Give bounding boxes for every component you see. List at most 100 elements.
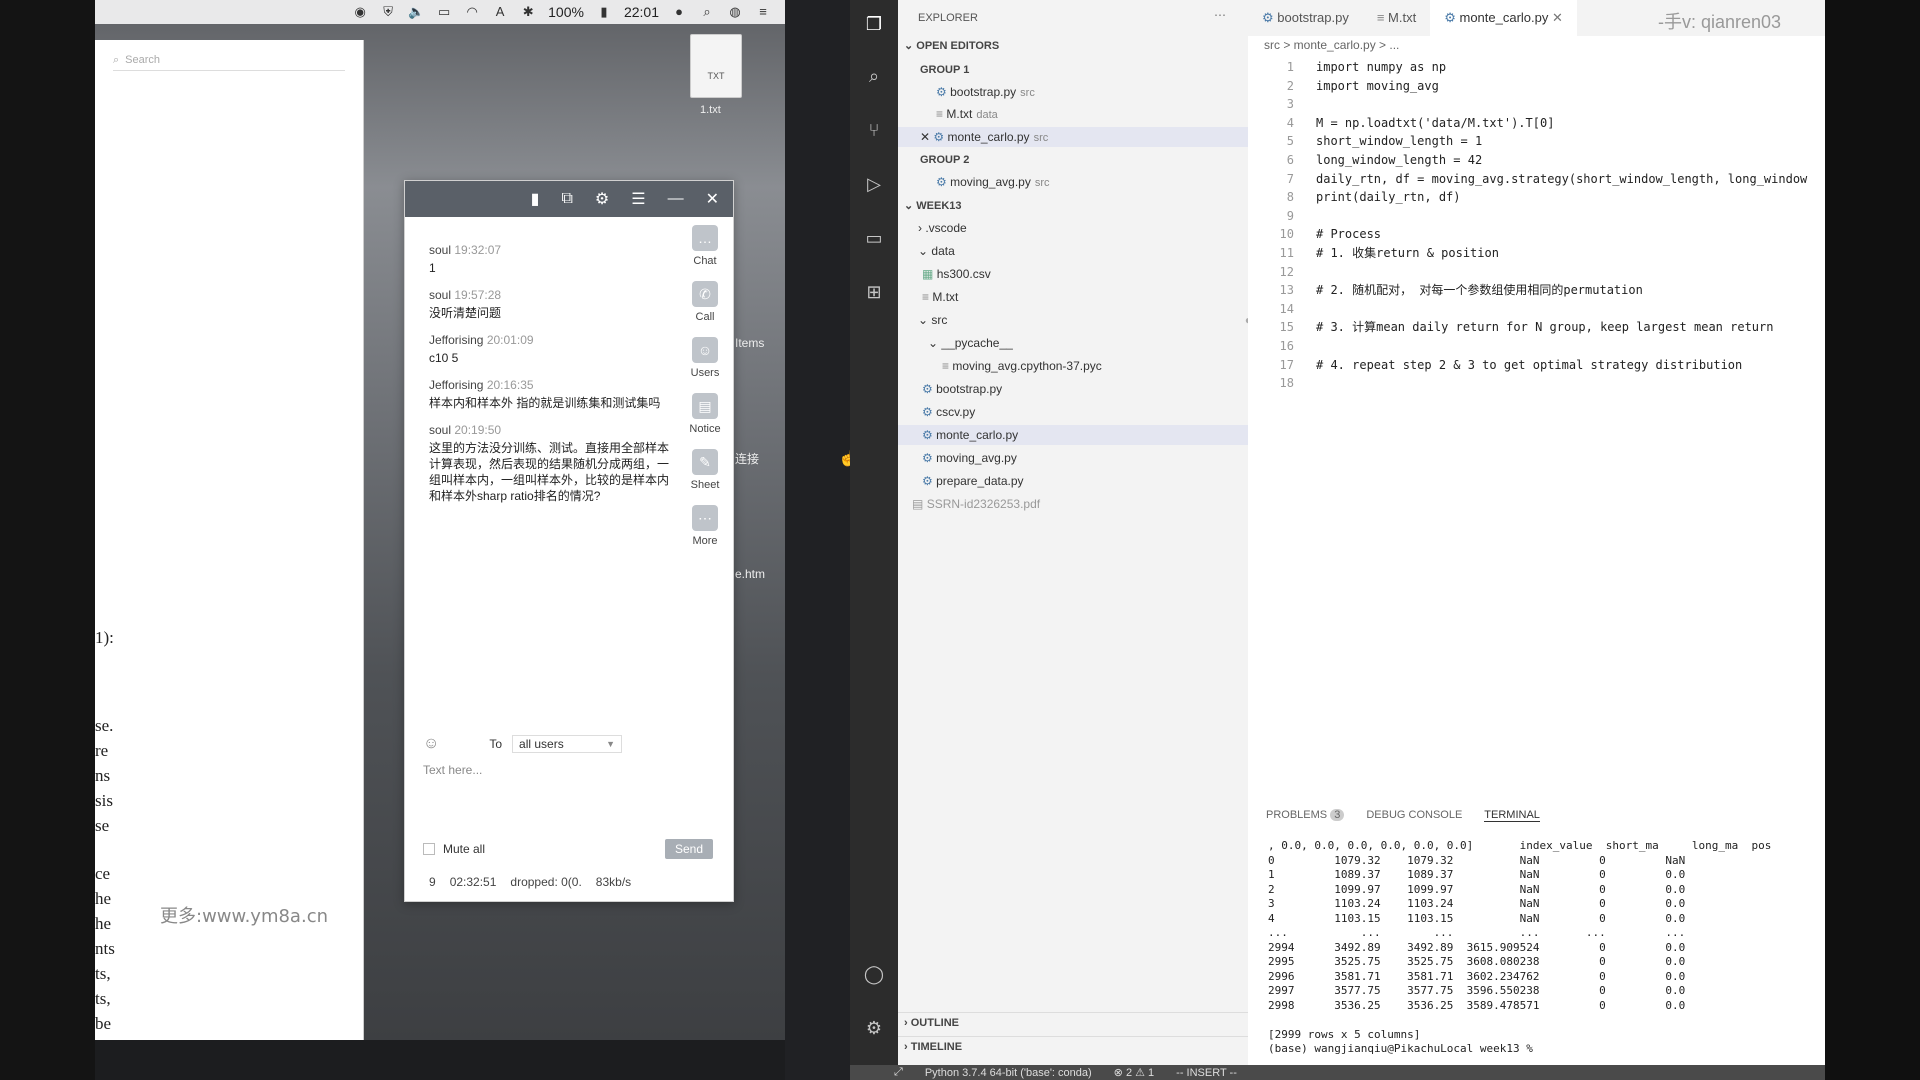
python-file-icon: ⚙ bbox=[922, 405, 933, 419]
tree-folder[interactable]: › .vscode bbox=[898, 218, 1268, 238]
side-label: Call bbox=[695, 311, 715, 323]
open-editor-item-active[interactable]: ✕ ⚙ monte_carlo.py src bbox=[898, 127, 1270, 147]
menu-icon[interactable]: ☰ bbox=[631, 189, 645, 209]
search-icon[interactable]: ⌕ bbox=[862, 64, 886, 88]
more-actions-icon[interactable]: ⋯ bbox=[1214, 8, 1226, 22]
python-file-icon: ⚙ bbox=[933, 130, 945, 144]
battery-icon[interactable]: ▮ bbox=[596, 5, 612, 19]
problems-status[interactable]: ⊗ 2 ⚠ 1 bbox=[1114, 1066, 1154, 1079]
tree-folder[interactable]: ⌄ src● bbox=[898, 310, 1268, 330]
gear-icon[interactable]: ⚙ bbox=[595, 189, 609, 209]
send-button[interactable]: Send bbox=[664, 839, 713, 859]
siri-icon[interactable]: ◍ bbox=[727, 5, 743, 19]
side-more-button[interactable]: ⋯ More bbox=[685, 505, 725, 547]
tree-file-active[interactable]: ⚙ monte_carlo.py bbox=[898, 425, 1272, 445]
close-icon[interactable]: ✕ bbox=[920, 130, 930, 144]
tab-problems[interactable]: PROBLEMS 3 bbox=[1266, 809, 1345, 822]
outline-header[interactable]: › OUTLINE bbox=[898, 1012, 1254, 1033]
side-users-button[interactable]: ☺ Users bbox=[685, 337, 725, 379]
desktop-item-label[interactable]: 连接 bbox=[735, 450, 759, 467]
tree-file[interactable]: ▤ SSRN-id2326253.pdf bbox=[898, 494, 1262, 514]
tree-file[interactable]: ≡ M.txt bbox=[898, 287, 1272, 307]
emoji-icon[interactable]: ☺ bbox=[423, 735, 439, 753]
tab-monte-carlo[interactable]: ⚙ monte_carlo.py ✕ bbox=[1430, 0, 1577, 36]
message-input[interactable]: Text here... bbox=[423, 763, 713, 823]
source-control-icon[interactable]: ⑂ bbox=[862, 118, 886, 142]
gear-icon[interactable]: ⚙ bbox=[862, 1016, 886, 1040]
account-icon[interactable]: ◯ bbox=[862, 962, 886, 986]
open-editor-item[interactable]: ≡ M.txt data bbox=[898, 104, 1286, 124]
desktop-file-icon[interactable]: TXT bbox=[690, 34, 742, 98]
side-call-button[interactable]: ✆ Call bbox=[685, 281, 725, 323]
volume-icon[interactable]: 🔈 bbox=[408, 5, 424, 19]
run-debug-icon[interactable]: ▷ bbox=[862, 172, 886, 196]
desktop-item-label[interactable]: Items bbox=[735, 336, 764, 350]
mute-all-checkbox[interactable]: Mute all bbox=[423, 842, 485, 856]
files-icon[interactable]: ❐ bbox=[862, 12, 886, 36]
breadcrumb[interactable]: src > monte_carlo.py > ... bbox=[1264, 38, 1399, 52]
compass-icon[interactable]: ◉ bbox=[352, 5, 368, 19]
signal-icon[interactable]: ▮ bbox=[531, 189, 540, 209]
tab-label: monte_carlo.py bbox=[1459, 10, 1549, 25]
desktop-item-label[interactable]: e.htm bbox=[735, 567, 765, 581]
file-type-label: TXT bbox=[707, 71, 725, 81]
timeline-header[interactable]: › TIMELINE bbox=[898, 1036, 1254, 1057]
tab-bootstrap[interactable]: ⚙ bootstrap.py bbox=[1248, 0, 1363, 36]
chat-message: soul 19:57:28 没听清楚问题 bbox=[429, 288, 669, 321]
python-interpreter[interactable]: Python 3.7.4 64-bit ('base': conda) bbox=[925, 1067, 1092, 1079]
chevron-down-icon: ⌄ bbox=[928, 336, 939, 350]
tree-label: .vscode bbox=[925, 221, 967, 235]
terminal-line: , 0.0, 0.0, 0.0, 0.0, 0.0, 0.0] index_va… bbox=[1268, 839, 1772, 852]
text-file-icon: ≡ bbox=[922, 290, 930, 304]
close-icon[interactable]: ✕ bbox=[1552, 10, 1563, 25]
control-center-icon[interactable]: ≡ bbox=[755, 5, 771, 19]
open-editor-item[interactable]: ⚙ moving_avg.pysrc1 bbox=[898, 172, 1286, 192]
group-2-header[interactable]: GROUP 2 bbox=[898, 150, 1270, 170]
extensions-icon[interactable]: ⊞ bbox=[862, 280, 886, 304]
tab-debug-console[interactable]: DEBUG CONSOLE bbox=[1366, 809, 1462, 822]
tab-terminal[interactable]: TERMINAL bbox=[1484, 809, 1540, 822]
tree-file[interactable]: ⚙ prepare_data.py bbox=[898, 471, 1272, 491]
input-method-icon[interactable]: A bbox=[492, 5, 508, 19]
doc-fragment: ts, bbox=[95, 964, 111, 983]
status-dropped: dropped: 0(0. bbox=[510, 875, 582, 889]
code-text: # 1. 收集return & position bbox=[1316, 245, 1499, 260]
terminal-output[interactable]: , 0.0, 0.0, 0.0, 0.0, 0.0, 0.0] index_va… bbox=[1268, 839, 1825, 1057]
tree-file[interactable]: ⚙ moving_avg.py1 bbox=[898, 448, 1272, 468]
tree-file[interactable]: ▦ hs300.csv bbox=[898, 264, 1272, 284]
side-sheet-button[interactable]: ✎ Sheet bbox=[685, 449, 725, 491]
doc-search-field[interactable]: ⌕ Search bbox=[113, 50, 345, 71]
popout-icon[interactable]: ⧉ bbox=[561, 190, 572, 208]
msg-text: 1 bbox=[429, 261, 436, 275]
display-icon[interactable]: ▭ bbox=[436, 5, 452, 19]
code-editor[interactable]: 1 import numpy as np 2 import moving_avg 3… bbox=[1248, 58, 1825, 393]
close-icon[interactable]: ✕ bbox=[706, 189, 719, 209]
recipient-row: ☺ To all users ▼ bbox=[423, 735, 713, 753]
group-1-header[interactable]: GROUP 1 bbox=[898, 60, 1270, 80]
side-notice-button[interactable]: ▤ Notice bbox=[685, 393, 725, 435]
code-text: daily_rtn, df = moving_avg.strategy(shor… bbox=[1316, 171, 1808, 186]
remote-explorer-icon[interactable]: ▭ bbox=[862, 226, 886, 250]
file-dir: src bbox=[1020, 87, 1035, 99]
wifi-icon[interactable]: ◠ bbox=[464, 5, 480, 19]
tree-folder[interactable]: ⌄ __pycache__ bbox=[898, 333, 1278, 353]
bluetooth-icon[interactable]: ✱ bbox=[520, 5, 536, 19]
shield-icon[interactable]: ⛨ bbox=[380, 5, 396, 19]
open-editors-header[interactable]: ⌄ OPEN EDITORS bbox=[898, 36, 1254, 56]
tab-m-txt[interactable]: ≡ M.txt bbox=[1363, 0, 1430, 36]
menubar-clock[interactable]: 22:01 bbox=[624, 4, 659, 20]
tree-file[interactable]: ⚙ bootstrap.py2 bbox=[898, 379, 1272, 399]
remote-icon[interactable]: ⤢ bbox=[894, 1066, 903, 1079]
tree-folder[interactable]: ⌄ data bbox=[898, 241, 1268, 261]
tree-file[interactable]: ⚙ cscv.py bbox=[898, 402, 1272, 422]
user-icon[interactable]: ● bbox=[671, 5, 687, 19]
minimize-icon[interactable]: — bbox=[668, 190, 684, 208]
desktop-file-label[interactable]: 1.txt bbox=[700, 104, 721, 116]
open-editor-item[interactable]: ⚙ bootstrap.pysrc2 bbox=[898, 82, 1286, 102]
side-chat-button[interactable]: … Chat bbox=[685, 225, 725, 267]
workspace-header[interactable]: ⌄ WEEK13 bbox=[898, 196, 1254, 216]
tree-file[interactable]: ≡ moving_avg.cpython-37.pyc bbox=[898, 356, 1292, 376]
recipient-select[interactable]: all users ▼ bbox=[512, 735, 623, 753]
spotlight-search-icon[interactable]: ⌕ bbox=[699, 5, 715, 19]
tree-label: bootstrap.py bbox=[936, 382, 1003, 396]
